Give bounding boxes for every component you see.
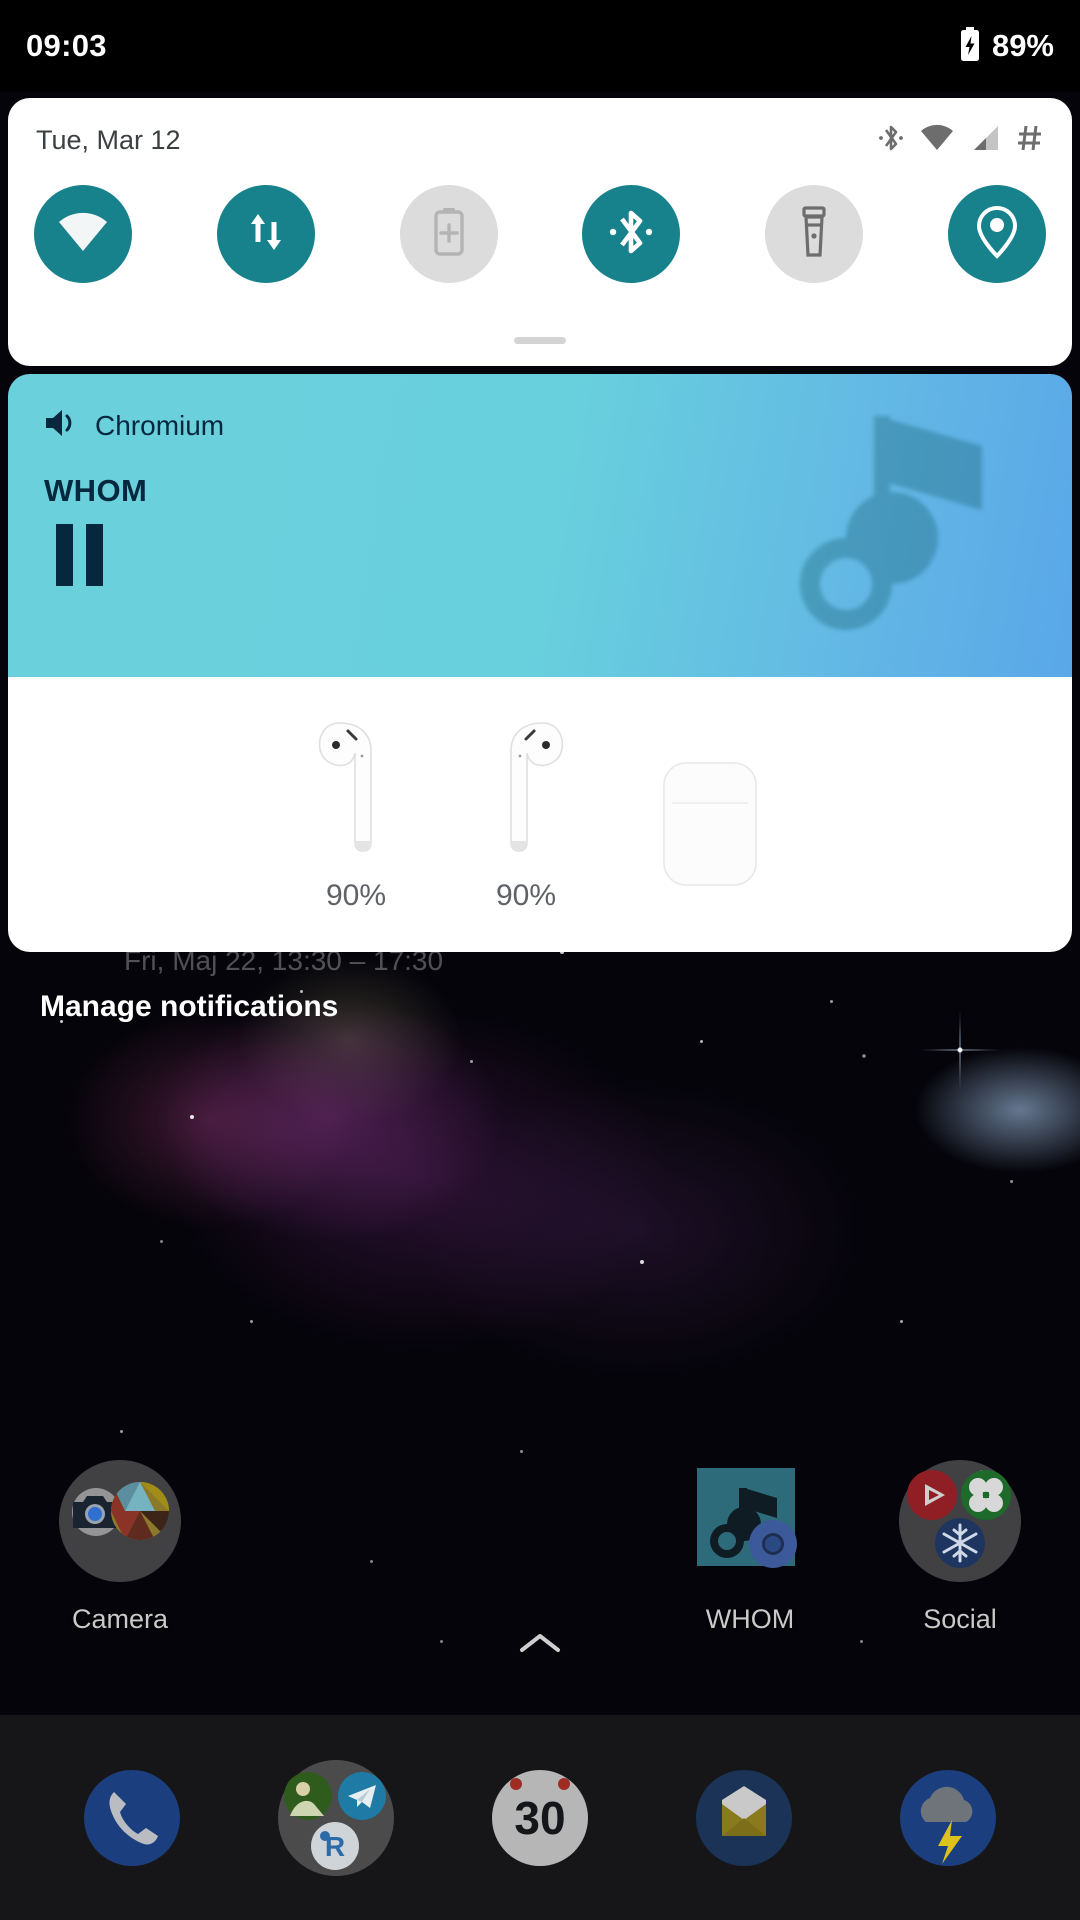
- quick-settings-header: Tue, Mar 12: [8, 98, 1072, 159]
- whom-app-icon: [689, 1460, 811, 1582]
- gallery-icon: [111, 1482, 169, 1545]
- quick-settings-date: Tue, Mar 12: [36, 125, 181, 155]
- clock-app[interactable]: 30: [482, 1760, 598, 1876]
- earbuds-battery-notification[interactable]: 90% 90%: [8, 677, 1072, 952]
- wifi-icon: [56, 210, 110, 259]
- earbuds-row: 90% 90%: [8, 677, 1072, 913]
- battery-percent-label: 89%: [991, 28, 1054, 63]
- messaging-folder[interactable]: R: [278, 1759, 394, 1876]
- email-app[interactable]: [686, 1760, 802, 1876]
- clover-icon: [961, 1470, 1011, 1525]
- left-earbud-icon: [310, 711, 402, 861]
- location-pin-icon: [976, 205, 1018, 264]
- flashlight-icon: [797, 205, 831, 264]
- pause-button[interactable]: [56, 524, 118, 586]
- folder-circle: [59, 1460, 181, 1582]
- wifi-tile[interactable]: [34, 185, 132, 283]
- phone-screen: Fri, Maj 22, 13:30 – 17:30 09:03 89% Tue…: [0, 0, 1080, 1920]
- hash-icon: [1016, 123, 1044, 158]
- quick-settings-panel[interactable]: Tue, Mar 12: [8, 98, 1072, 366]
- music-note-icon: [786, 398, 1016, 648]
- chevron-up-icon[interactable]: [518, 1630, 562, 1661]
- folder-circle: [899, 1460, 1021, 1582]
- status-bar: 09:03 89%: [0, 0, 1080, 92]
- status-bar-right: 89%: [959, 26, 1054, 66]
- battery-plus-icon: [429, 206, 469, 263]
- manage-notifications-button[interactable]: Manage notifications: [40, 990, 338, 1024]
- whom-app-label: WHOM: [705, 1604, 795, 1634]
- video-play-icon: [907, 1470, 957, 1525]
- whom-app[interactable]: WHOM: [660, 1460, 840, 1635]
- social-folder-label: Social: [923, 1604, 997, 1634]
- media-notification[interactable]: Chromium WHOM: [8, 374, 1072, 677]
- battery-charging-icon: [959, 26, 981, 66]
- bluetooth-icon: [608, 205, 654, 264]
- media-app-name: Chromium: [95, 409, 225, 441]
- social-folder[interactable]: Social: [870, 1460, 1050, 1635]
- left-earbud-battery: 90%: [325, 879, 387, 912]
- charging-case-icon: [650, 745, 770, 895]
- cellular-signal-icon: [970, 124, 1000, 157]
- wifi-icon: [920, 124, 954, 157]
- dock: R 30: [0, 1715, 1080, 1920]
- wallpaper-star-flare: [900, 990, 1020, 1110]
- maps-icon: [284, 1771, 332, 1825]
- status-bar-clock: 09:03: [26, 28, 107, 63]
- right-earbud-battery: 90%: [495, 879, 557, 912]
- data-transfer-icon: [243, 206, 289, 263]
- reddit-icon: R: [311, 1821, 359, 1875]
- camera-folder-icon: [59, 1460, 181, 1582]
- quick-settings-tiles: [8, 159, 1072, 283]
- folder-circle: R: [278, 1759, 394, 1876]
- flashlight-tile[interactable]: [765, 185, 864, 283]
- bluetooth-tile[interactable]: [582, 185, 681, 283]
- weather-app[interactable]: [890, 1760, 1006, 1876]
- volume-speaker-icon: [44, 408, 78, 443]
- battery-saver-tile[interactable]: [399, 185, 498, 283]
- left-earbud: 90%: [310, 711, 402, 913]
- right-earbud-icon: [480, 711, 572, 861]
- bluetooth-icon: [878, 122, 904, 159]
- phone-app[interactable]: [74, 1760, 190, 1876]
- charging-case: [650, 745, 770, 913]
- location-tile[interactable]: [947, 185, 1046, 283]
- snowflake-icon: [935, 1518, 985, 1573]
- mobile-data-tile[interactable]: [216, 185, 315, 283]
- telegram-icon: [338, 1771, 386, 1825]
- clock-date-badge: 30: [514, 1792, 565, 1844]
- camera-folder-label: Camera: [71, 1604, 169, 1634]
- camera-folder[interactable]: Camera: [30, 1460, 210, 1635]
- social-folder-icon: [899, 1460, 1021, 1582]
- quick-settings-drag-handle[interactable]: [514, 337, 566, 344]
- right-earbud: 90%: [480, 711, 572, 913]
- quick-settings-status-icons: [878, 122, 1044, 159]
